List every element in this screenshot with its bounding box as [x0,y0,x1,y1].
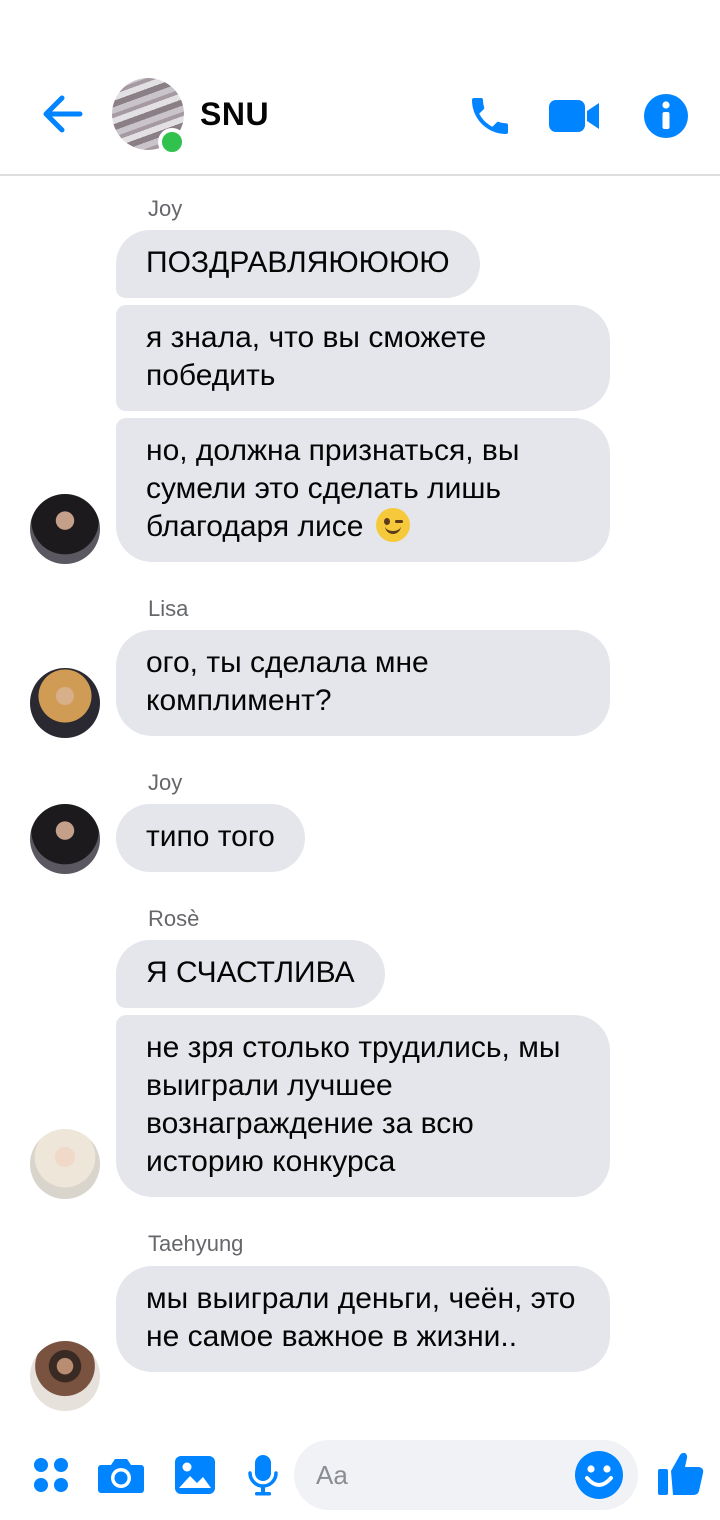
sender-name: Rosè [148,906,200,931]
avatar[interactable] [30,494,100,564]
arrow-left-icon [43,95,83,133]
message-bubble[interactable]: мы выиграли деньги, чеён, это не самое в… [116,1266,610,1372]
sender-name: Lisa [148,596,189,621]
info-icon [644,94,688,138]
emoji-button[interactable] [574,1450,624,1500]
message-text: ого, ты сделала мне комплимент? [146,646,429,717]
thumbs-up-icon [658,1452,704,1495]
message-text: мы выиграли деньги, чеён, это не самое в… [146,1282,576,1353]
message-bubble[interactable]: Я СЧАСТЛИВА [116,940,385,1008]
video-call-button[interactable] [546,88,602,144]
smiley-icon [575,1451,623,1499]
microphone-icon [248,1455,278,1496]
image-icon [175,1456,215,1494]
winking-face-emoji [375,508,410,542]
camera-button[interactable] [96,1450,146,1500]
message-bubble[interactable]: но, должна признаться, вы сумели это сде… [116,418,610,562]
message-bubble[interactable]: ПОЗДРАВЛЯЮЮЮЮ [116,230,480,298]
sender-name: Joy [148,196,183,221]
message-text: типо того [146,820,275,853]
message-input-container [294,1440,638,1510]
message-text: не зря столько трудились, мы выиграли лу… [146,1031,561,1178]
message-bubble[interactable]: ого, ты сделала мне комплимент? [116,630,610,736]
chat-title[interactable]: SNU [200,96,269,133]
voice-button[interactable] [238,1450,288,1500]
message-text: но, должна признаться, вы сумели это сде… [146,434,520,543]
video-camera-icon [549,100,599,132]
four-dots-icon [34,1458,68,1492]
message-text: я знала, что вы сможете победить [146,321,487,392]
message-bubble[interactable]: типо того [116,804,305,872]
avatar[interactable] [30,1341,100,1411]
info-button[interactable] [638,88,694,144]
like-button[interactable] [654,1446,708,1502]
sender-name: Joy [148,770,183,795]
sender-name: Taehyung [148,1231,244,1256]
message-composer [0,1430,720,1520]
message-bubble[interactable]: я знала, что вы сможете победить [116,305,610,411]
back-button[interactable] [38,90,86,138]
message-text: ПОЗДРАВЛЯЮЮЮЮ [146,246,450,279]
more-actions-button[interactable] [26,1450,76,1500]
camera-icon [98,1459,144,1493]
avatar[interactable] [30,1129,100,1199]
avatar[interactable] [30,804,100,874]
avatar[interactable] [30,668,100,738]
chat-header: SNU [0,0,720,176]
message-text: Я СЧАСТЛИВА [146,956,355,989]
online-indicator [158,128,186,156]
message-bubble[interactable]: не зря столько трудились, мы выиграли лу… [116,1015,610,1197]
gallery-button[interactable] [170,1450,220,1500]
message-input[interactable] [316,1440,576,1510]
call-button[interactable] [462,88,518,144]
phone-icon [472,98,508,134]
